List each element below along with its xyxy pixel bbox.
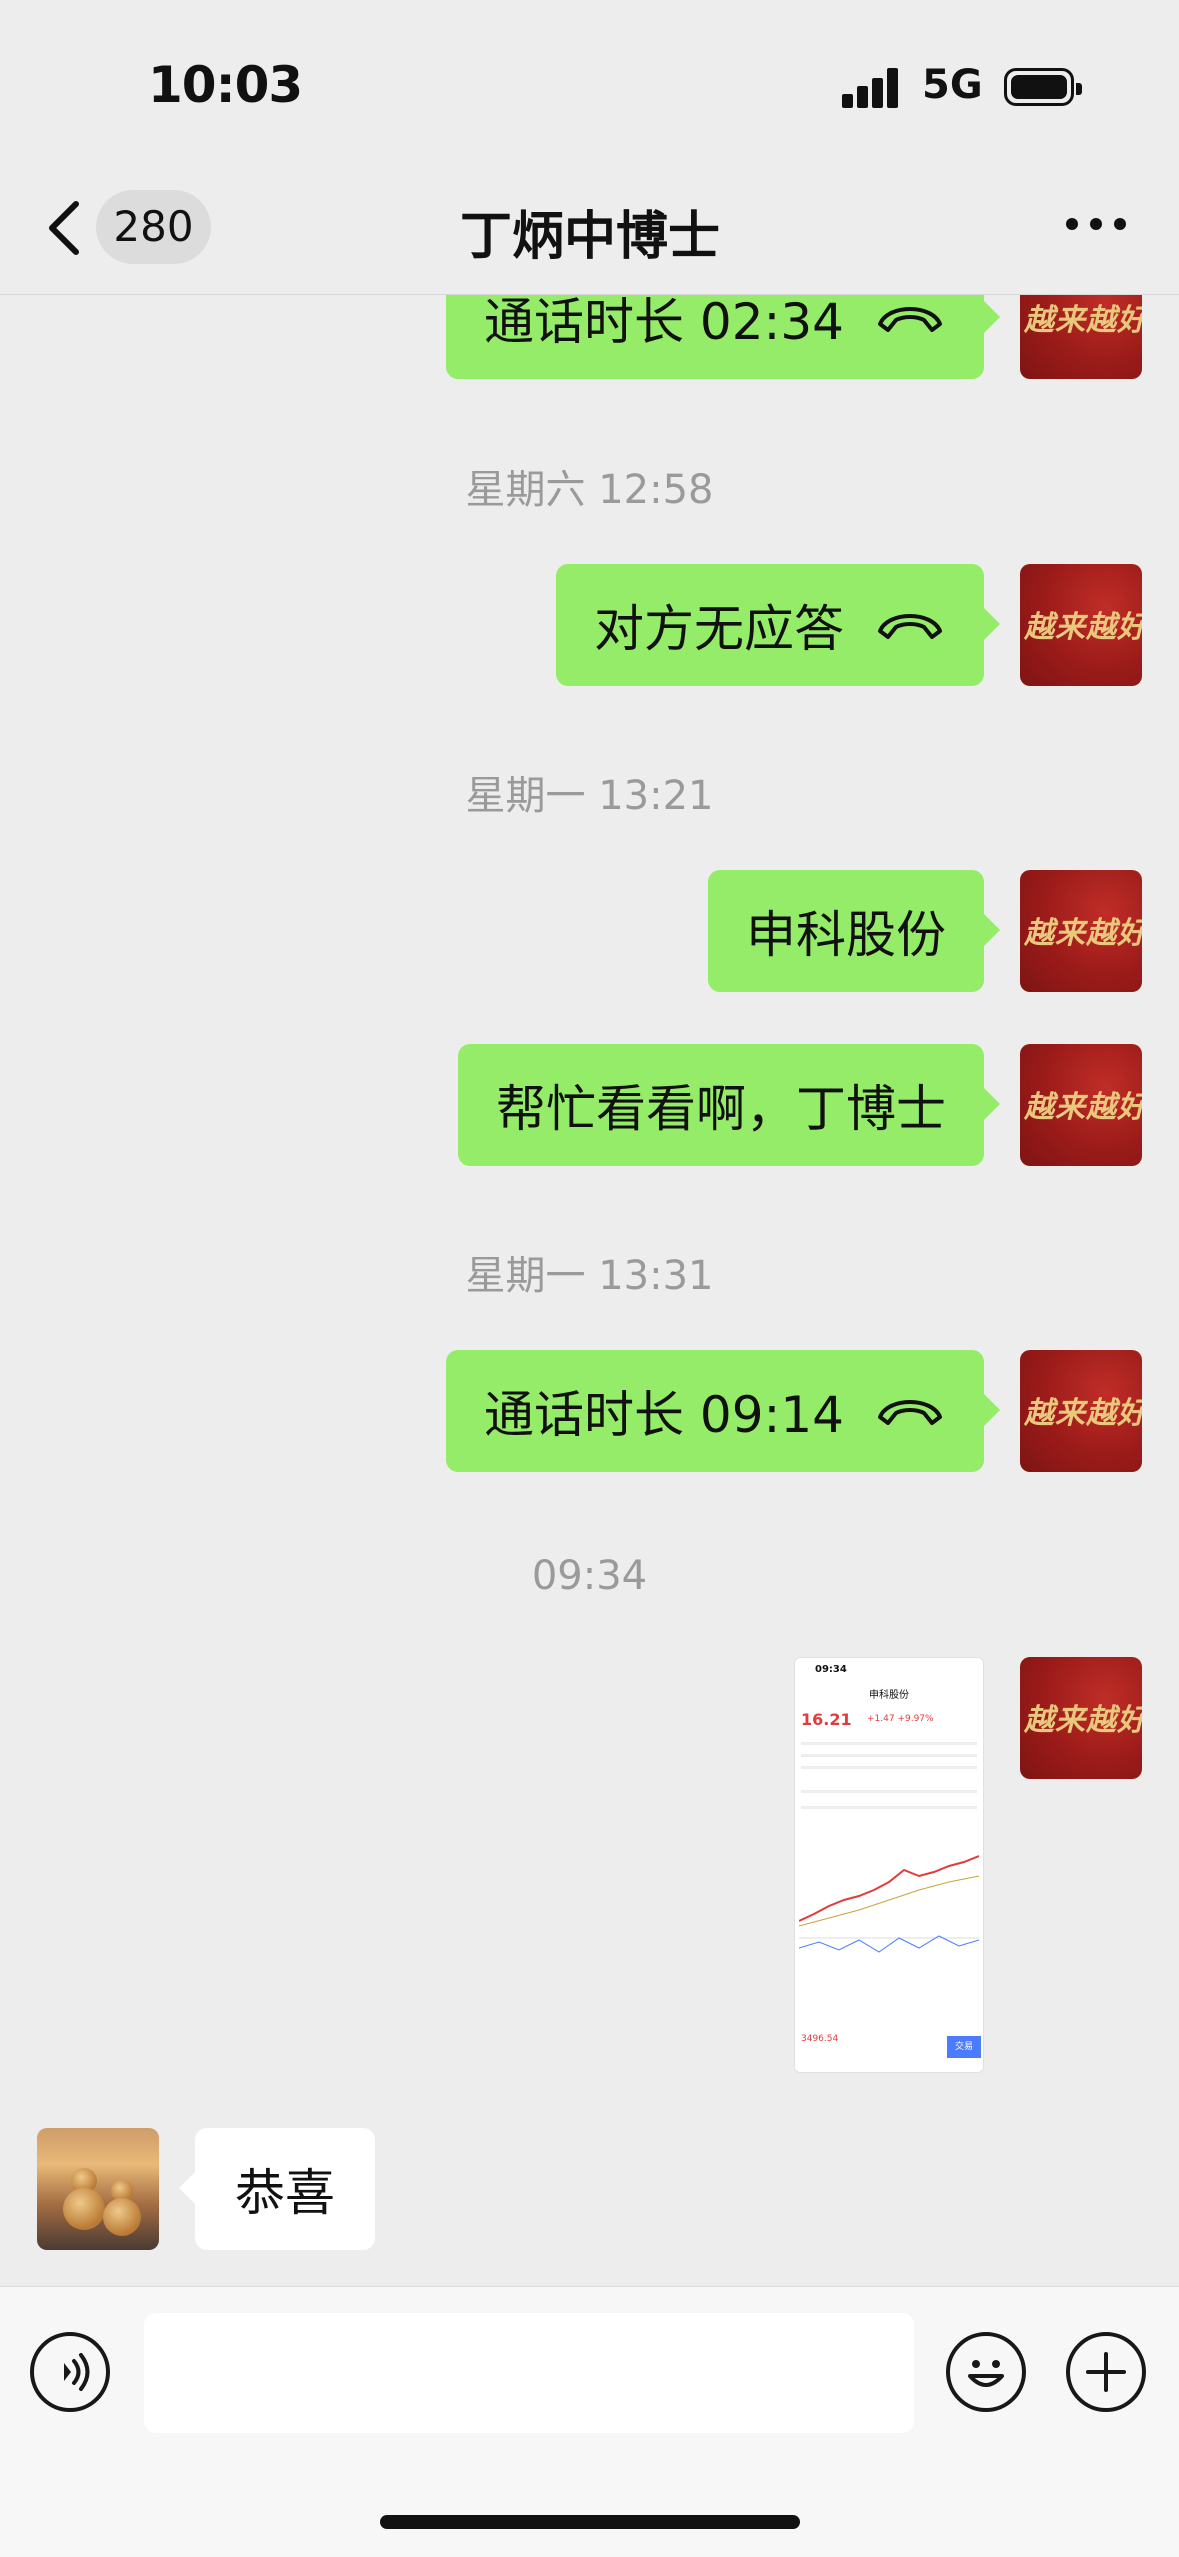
voice-input-icon[interactable]	[30, 2332, 110, 2412]
avatar-lettering: 越来越好	[1024, 916, 1142, 951]
message-text: 帮忙看看啊，丁博士	[496, 1080, 946, 1138]
more-options-icon[interactable]	[1066, 218, 1126, 238]
avatar-lettering: 越来越好	[1024, 1396, 1142, 1431]
my-avatar[interactable]: 越来越好	[1020, 1350, 1142, 1472]
thumb-index-value: 3496.54	[801, 2034, 839, 2044]
avatar-lettering: 越来越好	[1024, 1090, 1142, 1125]
thumb-info-line	[801, 1806, 977, 1809]
text-message-bubble[interactable]: 帮忙看看啊，丁博士	[458, 1044, 1000, 1166]
message-text: 申科股份	[746, 906, 946, 964]
call-duration-text: 通话时长 02:34	[484, 295, 844, 351]
image-message-thumbnail[interactable]: 09:34 申科股份 16.21 +1.47 +9.97% 3496.54 交易	[794, 1657, 984, 2073]
home-indicator[interactable]	[380, 2515, 800, 2529]
thumb-stock-change: +1.47 +9.97%	[867, 1714, 934, 1724]
plus-more-icon[interactable]	[1066, 2332, 1146, 2412]
thumb-stock-price: 16.21	[801, 1710, 852, 1729]
phone-handset-icon	[878, 307, 942, 332]
message-timestamp: 09:34	[531, 1553, 648, 1599]
cellular-signal-icon	[842, 68, 900, 108]
chat-title: 丁炳中博士	[459, 207, 720, 267]
my-avatar[interactable]: 越来越好	[1020, 295, 1142, 379]
call-status-text: 对方无应答	[594, 600, 844, 658]
call-record-bubble[interactable]: 通话时长 09:14	[446, 1350, 1000, 1472]
thumb-trade-button: 交易	[947, 2036, 981, 2058]
avatar-lettering: 越来越好	[1024, 610, 1142, 645]
avatar-lettering: 越来越好	[1024, 1703, 1142, 1738]
unread-count-badge[interactable]: 280	[96, 190, 211, 264]
call-record-bubble[interactable]: 对方无应答	[556, 564, 1000, 686]
thumb-kline-chart	[799, 1855, 979, 1953]
message-list[interactable]: 通话时长 02:34 越来越好 星期六 12:58 对方无应答 越来越好 星期一…	[0, 295, 1179, 2285]
thumb-info-line	[801, 1742, 977, 1745]
battery-icon	[1004, 68, 1082, 106]
message-timestamp: 星期一 13:31	[465, 1253, 714, 1299]
text-message-bubble[interactable]: 恭喜	[179, 2128, 375, 2250]
my-avatar[interactable]: 越来越好	[1020, 870, 1142, 992]
status-time: 10:03	[148, 56, 303, 114]
message-timestamp: 星期一 13:21	[465, 773, 714, 819]
chat-header: 280 丁炳中博士	[0, 160, 1179, 295]
message-text: 恭喜	[235, 2164, 335, 2222]
message-input[interactable]	[144, 2313, 914, 2433]
network-type: 5G	[922, 62, 983, 108]
call-record-bubble[interactable]: 通话时长 02:34	[446, 295, 1000, 379]
thumb-status-time: 09:34	[815, 1664, 847, 1675]
thumb-info-line	[801, 1790, 977, 1793]
thumb-info-line	[801, 1754, 977, 1757]
my-avatar[interactable]: 越来越好	[1020, 564, 1142, 686]
avatar-lettering: 越来越好	[1024, 303, 1142, 338]
my-avatar[interactable]: 越来越好	[1020, 1657, 1142, 1779]
emoji-icon[interactable]	[946, 2332, 1026, 2412]
thumb-stock-name: 申科股份	[869, 1690, 909, 1701]
message-timestamp: 星期六 12:58	[465, 467, 714, 513]
phone-handset-icon	[878, 614, 942, 639]
text-message-bubble[interactable]: 申科股份	[708, 870, 1000, 992]
contact-avatar[interactable]	[37, 2128, 159, 2250]
phone-handset-icon	[878, 1400, 942, 1425]
back-chevron-icon[interactable]	[40, 198, 90, 258]
thumb-info-line	[801, 1766, 977, 1769]
my-avatar[interactable]: 越来越好	[1020, 1044, 1142, 1166]
status-bar: 10:03 5G	[0, 0, 1179, 160]
call-duration-text: 通话时长 09:14	[484, 1386, 844, 1444]
